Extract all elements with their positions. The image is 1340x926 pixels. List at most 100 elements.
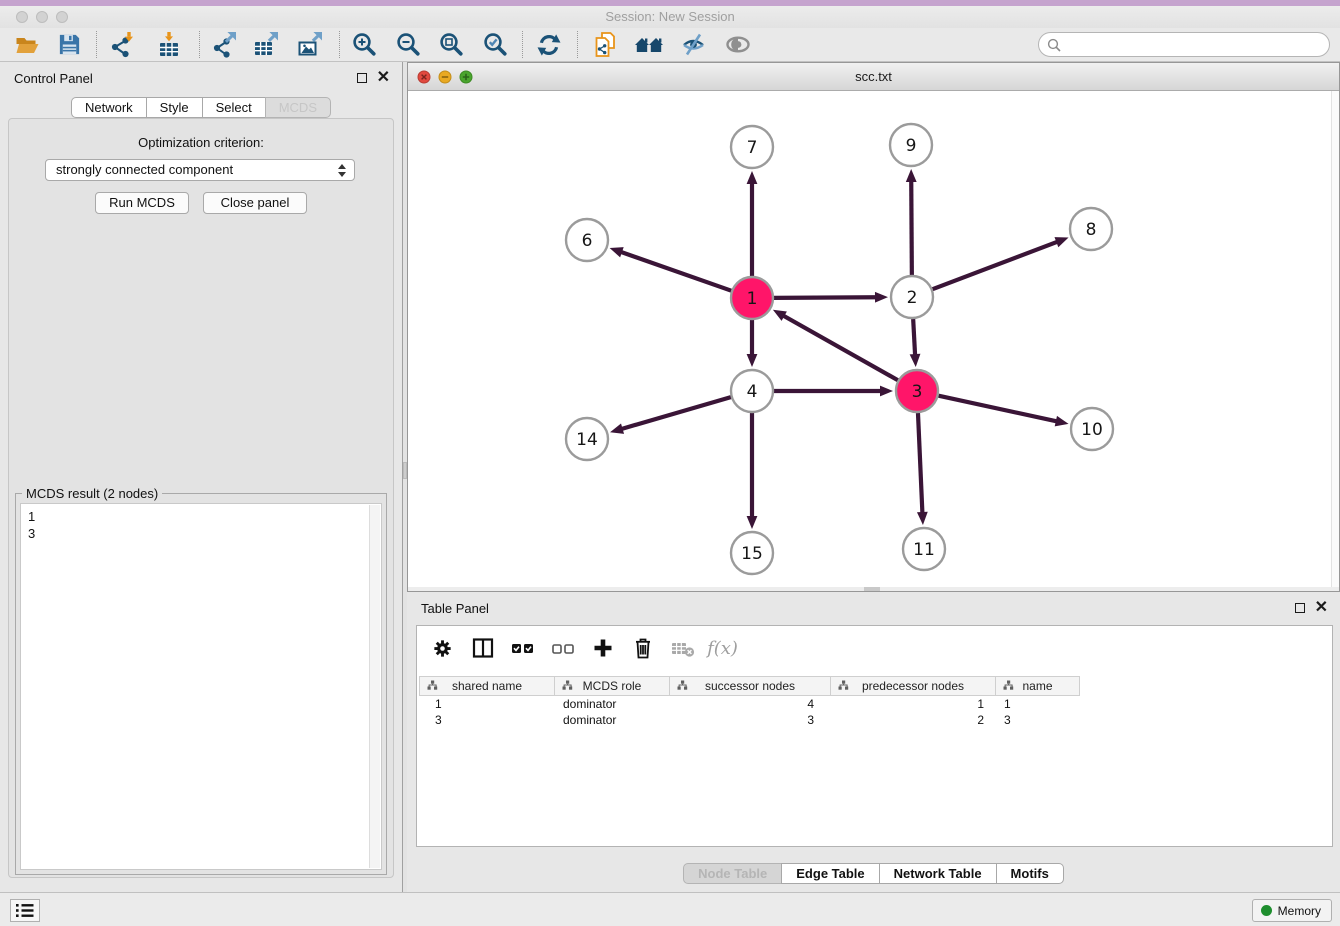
hide-selected-button[interactable] — [674, 28, 712, 61]
result-scrollbar[interactable] — [369, 505, 380, 868]
checked-boxes-icon — [510, 636, 536, 660]
cell[interactable]: dominator — [555, 712, 670, 728]
table-row[interactable]: 1dominator411 — [419, 696, 1080, 712]
close-panel-icon[interactable]: ✕ — [377, 72, 390, 84]
delete-row-button[interactable] — [629, 635, 656, 662]
apply-layout-button[interactable] — [530, 28, 568, 61]
tab-network-table[interactable]: Network Table — [879, 863, 997, 884]
criterion-dropdown[interactable]: strongly connected component — [45, 159, 355, 181]
network-titlebar[interactable]: scc.txt — [408, 63, 1339, 91]
tab-mcds[interactable]: MCDS — [265, 97, 331, 118]
sort-icon[interactable] — [677, 680, 688, 691]
mcds-result-area[interactable]: 1 3 — [20, 503, 382, 870]
memory-button[interactable]: Memory — [1252, 899, 1332, 922]
column-label: shared name — [452, 679, 522, 693]
tab-network[interactable]: Network — [71, 97, 147, 118]
edge-1-2[interactable] — [774, 297, 877, 298]
window-titlebar[interactable]: Session: New Session — [0, 6, 1340, 28]
edge-3-10[interactable] — [938, 396, 1057, 422]
fit-content-button[interactable] — [432, 28, 470, 61]
column-header-successor-nodes[interactable]: successor nodes — [670, 677, 831, 695]
import-table-button[interactable] — [151, 28, 189, 61]
table-tabs: Node TableEdge TableNetwork TableMotifs — [407, 863, 1340, 884]
run-mcds-button[interactable]: Run MCDS — [95, 192, 189, 214]
sort-icon[interactable] — [562, 680, 573, 691]
network-graph[interactable]: 7968124314101511 — [408, 91, 1339, 587]
column-header-predecessor-nodes[interactable]: predecessor nodes — [831, 677, 996, 695]
edge-1-6[interactable] — [620, 252, 731, 291]
cell[interactable]: 1 — [419, 696, 555, 712]
cell[interactable]: 1 — [996, 696, 1080, 712]
import-network-icon — [109, 32, 135, 58]
float-table-panel-icon[interactable] — [1295, 603, 1305, 613]
tab-motifs[interactable]: Motifs — [996, 863, 1064, 884]
table-options-button[interactable] — [429, 635, 456, 662]
zoom-selected-icon — [482, 31, 509, 58]
cell[interactable]: 4 — [670, 696, 831, 712]
column-header-name[interactable]: name — [996, 677, 1080, 695]
export-network-button[interactable] — [205, 28, 243, 61]
float-panel-icon[interactable] — [357, 73, 367, 83]
export-table-button[interactable] — [247, 28, 285, 61]
select-all-button[interactable] — [509, 635, 536, 662]
task-history-button[interactable] — [10, 899, 40, 922]
show-all-button[interactable] — [630, 28, 668, 61]
close-panel-button[interactable]: Close panel — [203, 192, 307, 214]
cell[interactable]: 3 — [419, 712, 555, 728]
deselect-all-button[interactable] — [549, 635, 576, 662]
open-session-button[interactable] — [8, 28, 46, 61]
tab-edge-table[interactable]: Edge Table — [781, 863, 879, 884]
export-image-button[interactable] — [291, 28, 329, 61]
control-panel: Control Panel ✕ NetworkStyleSelectMCDS O… — [0, 62, 402, 892]
cell[interactable]: 1 — [831, 696, 996, 712]
table-panel: Table Panel ✕ — [407, 592, 1340, 892]
column-header-mcds-role[interactable]: MCDS role — [555, 677, 670, 695]
zoom-selected-button[interactable] — [476, 28, 514, 61]
mcds-result-group: MCDS result (2 nodes) 1 3 — [15, 493, 387, 875]
network-bottom-strip — [408, 587, 1339, 591]
application-window: Session: New Session — [0, 0, 1340, 926]
unchecked-boxes-icon — [550, 636, 576, 660]
search-input[interactable] — [1067, 34, 1322, 55]
edge-2-3[interactable] — [913, 319, 915, 356]
table-row[interactable]: 3dominator323 — [419, 712, 1080, 728]
search-field[interactable] — [1038, 32, 1330, 57]
import-table-icon — [157, 32, 183, 58]
edge-4-14[interactable] — [621, 397, 731, 429]
cell[interactable]: dominator — [555, 696, 670, 712]
show-hidden-button[interactable] — [719, 28, 757, 61]
tab-select[interactable]: Select — [202, 97, 266, 118]
tab-style[interactable]: Style — [146, 97, 203, 118]
tab-node-table[interactable]: Node Table — [683, 863, 782, 884]
save-session-button[interactable] — [50, 28, 88, 61]
edge-2-8[interactable] — [933, 241, 1059, 289]
clone-network-button[interactable] — [586, 28, 624, 61]
edge-3-11[interactable] — [918, 413, 922, 514]
status-bar: Memory — [0, 892, 1340, 926]
import-network-button[interactable] — [103, 28, 141, 61]
cell[interactable]: 2 — [831, 712, 996, 728]
toolbar-separator — [96, 31, 97, 58]
add-row-button[interactable] — [589, 635, 616, 662]
edge-3-1[interactable] — [782, 315, 897, 380]
edge-arrowhead — [610, 423, 624, 433]
node-label-3: 3 — [912, 382, 923, 402]
node-label-14: 14 — [576, 430, 598, 450]
edge-2-9[interactable] — [911, 180, 912, 275]
network-canvas[interactable]: 7968124314101511 — [408, 91, 1339, 587]
cell[interactable]: 3 — [670, 712, 831, 728]
column-header-shared-name[interactable]: shared name — [419, 677, 555, 695]
sort-icon[interactable] — [427, 680, 438, 691]
node-table-container: f(x) shared name MCDS rolesuccessor nodes… — [416, 625, 1333, 847]
zoom-out-button[interactable] — [389, 28, 427, 61]
network-scrollbar[interactable] — [1331, 91, 1339, 587]
split-handle[interactable] — [864, 587, 880, 591]
sort-icon[interactable] — [838, 680, 849, 691]
zoom-in-button[interactable] — [345, 28, 383, 61]
cell[interactable]: 3 — [996, 712, 1080, 728]
close-table-panel-icon[interactable]: ✕ — [1315, 602, 1328, 614]
function-builder-button[interactable]: f(x) — [709, 635, 736, 662]
sort-icon[interactable] — [1003, 680, 1014, 691]
delete-table-button[interactable] — [669, 635, 696, 662]
show-columns-button[interactable] — [469, 635, 496, 662]
